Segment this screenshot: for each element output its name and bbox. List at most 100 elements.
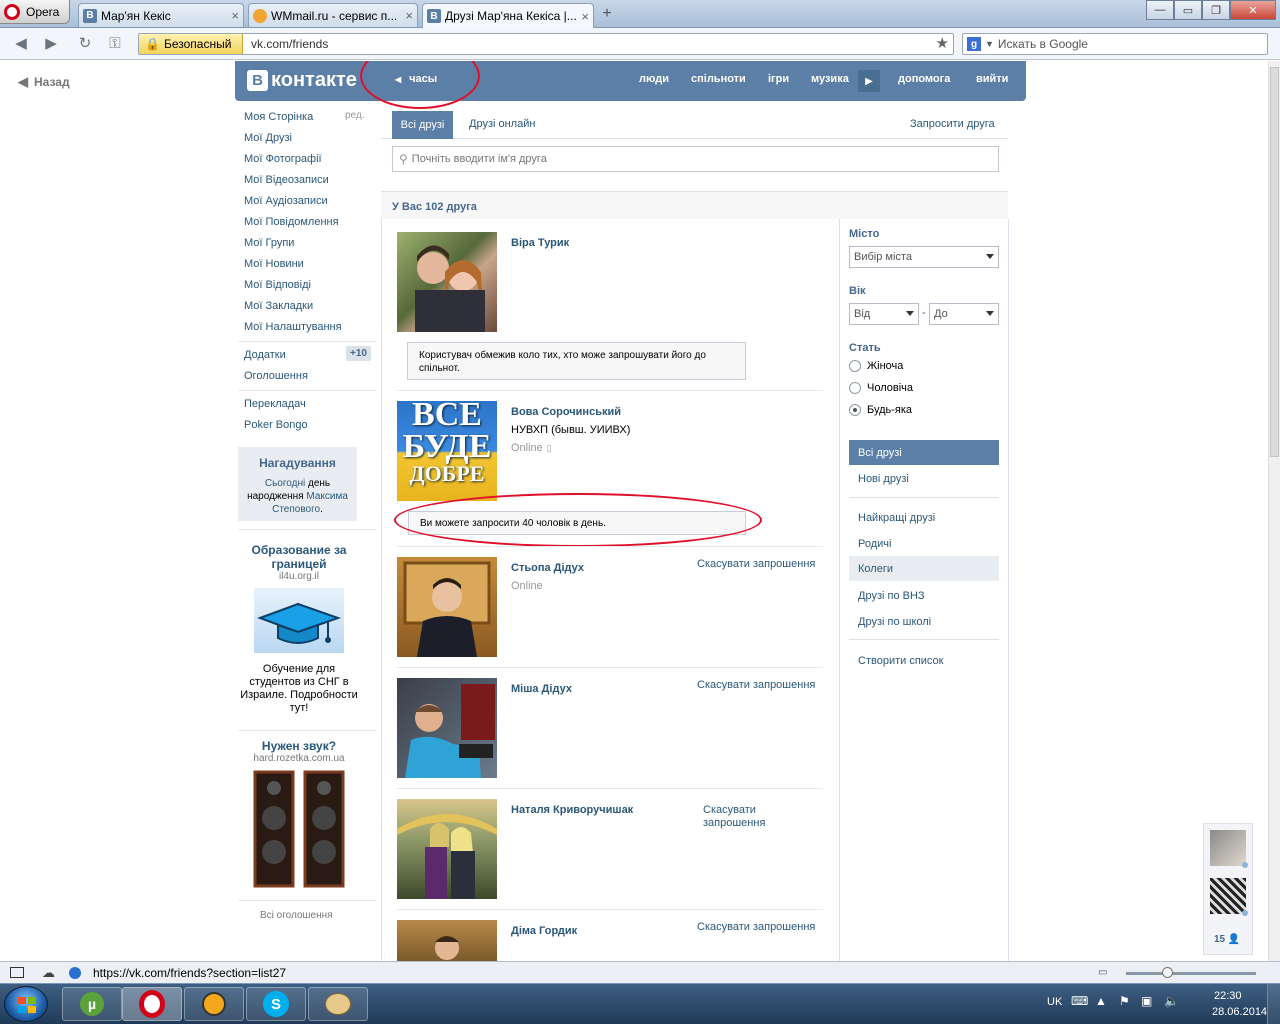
flag-icon[interactable]: ⚑	[1119, 994, 1130, 1008]
radio-button-selected[interactable]	[849, 404, 861, 416]
network-icon[interactable]: ▣	[1141, 994, 1152, 1008]
cancel-invite-link[interactable]: Скасувати запрошення	[697, 558, 815, 570]
friend-university[interactable]: НУВХП (бывш. УИИВХ)	[511, 424, 630, 436]
nav-help[interactable]: допомога	[898, 73, 950, 85]
language-indicator[interactable]: UK	[1047, 996, 1062, 1008]
age-from-select[interactable]: Від	[849, 303, 919, 325]
opera-menu-button[interactable]: Opera	[0, 0, 70, 24]
clock-time[interactable]: 22:30	[1214, 990, 1242, 1002]
menu-my-answers[interactable]: Мої Відповіді	[244, 279, 311, 291]
friend-photo[interactable]	[397, 232, 497, 332]
nav-games[interactable]: ігри	[768, 73, 789, 85]
clock-date[interactable]: 28.06.2014	[1212, 1006, 1267, 1018]
nav-communities[interactable]: спільноти	[691, 73, 746, 85]
sex-option-male[interactable]: Чоловіча	[849, 382, 913, 394]
friend-photo[interactable]	[397, 799, 497, 899]
online-friends-count[interactable]: 15 👤	[1214, 934, 1240, 945]
address-bar[interactable]: 🔒 Безопасный vk.com/friends ★	[138, 33, 954, 55]
view-icon[interactable]: ▭	[1098, 967, 1107, 978]
cancel-invite-link[interactable]: Скасувати запрошення	[697, 921, 815, 933]
sex-option-female[interactable]: Жіноча	[849, 360, 903, 372]
restore-window-icon[interactable]: ❐	[1202, 0, 1230, 20]
nav-logout[interactable]: вийти	[976, 73, 1008, 85]
menu-apps[interactable]: Додатки	[244, 349, 286, 361]
minimize-window-icon[interactable]: —	[1146, 0, 1174, 20]
friend-photo[interactable]	[397, 678, 497, 778]
cancel-invite-link[interactable]: Скасувати запрошення	[697, 679, 815, 691]
friend-name[interactable]: Міша Дідух	[511, 683, 572, 695]
close-tab-icon[interactable]: ×	[405, 8, 413, 23]
back-link[interactable]: ◀ Назад	[18, 74, 70, 90]
zoom-slider-handle[interactable]	[1162, 967, 1173, 978]
friend-name[interactable]: Вова Сорочинський	[511, 406, 621, 418]
ad-block[interactable]: Нужен звук? hard.rozetka.com.ua	[240, 739, 358, 888]
all-ads-link[interactable]: Всі оголошення	[260, 910, 333, 921]
tab-all-friends[interactable]: Всі друзі	[392, 111, 453, 139]
invite-friend-link[interactable]: Запросити друга	[910, 118, 995, 130]
age-to-select[interactable]: До	[929, 303, 999, 325]
radio-button[interactable]	[849, 360, 861, 372]
list-relatives[interactable]: Родичі	[849, 531, 999, 556]
friend-photo[interactable]	[397, 920, 497, 961]
list-best-friends[interactable]: Найкращі друзі	[849, 505, 999, 530]
skype-taskbar-button[interactable]: S	[246, 987, 306, 1021]
menu-my-videos[interactable]: Мої Відеозаписи	[244, 174, 329, 186]
reload-icon[interactable]: ↻	[76, 35, 94, 53]
list-new-friends[interactable]: Нові друзі	[849, 466, 999, 491]
menu-poker[interactable]: Poker Bongo	[244, 419, 308, 431]
volume-icon[interactable]: 🔈	[1164, 994, 1179, 1008]
create-list-link[interactable]: Створити список	[849, 648, 999, 673]
menu-my-settings[interactable]: Мої Налаштування	[244, 321, 342, 333]
chevron-up-icon[interactable]: ▲	[1095, 994, 1107, 1008]
friend-name[interactable]: Наталя Криворучишак	[511, 804, 633, 816]
page-scrollbar[interactable]	[1268, 61, 1280, 961]
close-window-icon[interactable]: ✕	[1230, 0, 1276, 20]
browser-tab-active[interactable]: В Друзі Мар'яна Кекіса |... ×	[422, 3, 594, 28]
menu-my-audio[interactable]: Мої Аудіозаписи	[244, 195, 328, 207]
nav-music[interactable]: музика	[811, 73, 849, 85]
cloud-icon[interactable]: ☁	[42, 965, 55, 981]
menu-my-bookmarks[interactable]: Мої Закладки	[244, 300, 313, 312]
aimp-taskbar-button[interactable]	[184, 987, 244, 1021]
menu-my-news[interactable]: Мої Новини	[244, 258, 304, 270]
start-button[interactable]	[4, 986, 48, 1022]
browser-tab[interactable]: WMmail.ru - сервис п... ×	[248, 3, 418, 27]
keyboard-icon[interactable]: ⌨	[1071, 994, 1088, 1008]
edit-link[interactable]: ред.	[345, 110, 365, 121]
friend-name[interactable]: Стьопа Дідух	[511, 562, 584, 574]
key-icon[interactable]: ⚿	[106, 35, 124, 53]
chat-avatar[interactable]	[1210, 878, 1246, 914]
speed-dial-icon[interactable]	[69, 966, 81, 979]
menu-ads[interactable]: Оголошення	[244, 370, 308, 382]
speakers-image[interactable]	[253, 770, 345, 888]
menu-my-page[interactable]: Моя Сторінка	[244, 111, 313, 123]
city-select[interactable]: Вибір міста	[849, 246, 999, 268]
ad-title[interactable]: Образование за границей	[240, 543, 358, 571]
bookmark-star-icon[interactable]: ★	[936, 34, 949, 52]
play-arrow-icon[interactable]: ▶	[858, 70, 880, 92]
utorrent-taskbar-button[interactable]: µ	[62, 987, 122, 1021]
menu-my-photos[interactable]: Мої Фотографії	[244, 153, 322, 165]
radio-button[interactable]	[849, 382, 861, 394]
tab-list-icon[interactable]: ▭	[1174, 0, 1202, 20]
chevron-down-icon[interactable]: ▼	[985, 39, 994, 49]
paint-taskbar-button[interactable]	[308, 987, 368, 1021]
sex-option-any[interactable]: Будь-яка	[849, 404, 912, 416]
friend-search-input[interactable]: ⚲ Почніть вводити ім'я друга	[392, 146, 999, 172]
list-colleagues[interactable]: Колеги	[849, 556, 999, 581]
close-tab-icon[interactable]: ×	[231, 8, 239, 23]
graduation-cap-image[interactable]	[254, 588, 344, 653]
menu-my-friends[interactable]: Мої Друзі	[244, 132, 292, 144]
google-search-field[interactable]: g ▼ Искать в Google	[962, 33, 1268, 55]
zoom-slider[interactable]	[1126, 972, 1256, 975]
reminder-today-link[interactable]: Сьогодні	[265, 478, 305, 489]
ad-title[interactable]: Нужен звук?	[240, 739, 358, 753]
show-desktop-button[interactable]	[1267, 984, 1280, 1024]
back-arrow-icon[interactable]: ◀	[12, 35, 30, 53]
cancel-invite-link[interactable]: Скасувати запрошення	[703, 804, 775, 830]
list-all-friends[interactable]: Всі друзі	[849, 440, 999, 465]
panel-toggle-icon[interactable]	[10, 967, 24, 978]
forward-arrow-icon[interactable]: ▶	[42, 35, 60, 53]
opera-taskbar-button[interactable]	[122, 987, 182, 1021]
friend-name[interactable]: Віра Турик	[511, 237, 569, 249]
